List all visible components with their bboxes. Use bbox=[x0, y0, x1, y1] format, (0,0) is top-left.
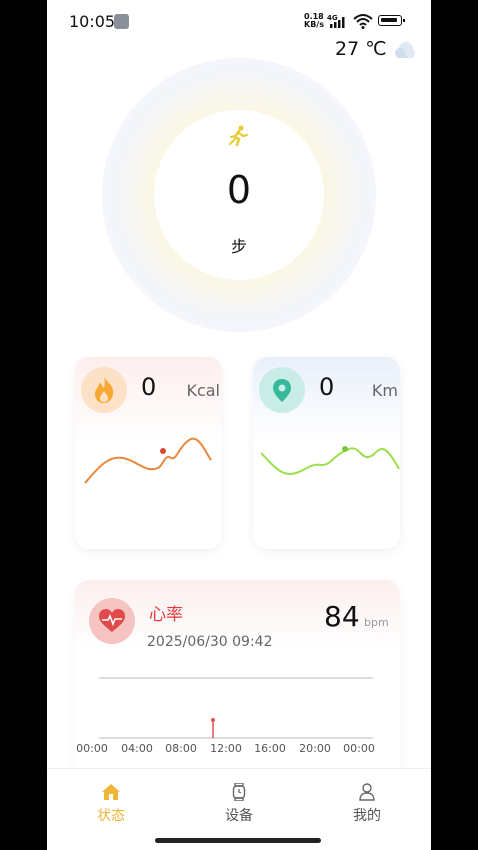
tab-mine[interactable]: 我的 bbox=[327, 783, 407, 825]
heart-rate-datetime: 2025/06/30 09:42 bbox=[147, 634, 273, 650]
weather-temperature: 27 ℃ bbox=[335, 38, 387, 60]
distance-value: 0 bbox=[319, 373, 335, 401]
cloud-icon bbox=[395, 42, 415, 58]
x-tick: 04:00 bbox=[121, 742, 153, 755]
home-indicator[interactable] bbox=[155, 838, 321, 843]
network-speed: 0.18 KB/s bbox=[304, 12, 324, 29]
running-icon bbox=[228, 125, 249, 147]
steps-unit: 步 bbox=[230, 237, 247, 256]
wifi-icon bbox=[353, 14, 373, 29]
steps-value: 0 bbox=[226, 168, 252, 212]
app-screen: 10:05 0.18 KB/s 4G 27 ℃ 0 步 0 Kcal 0 Km … bbox=[47, 0, 431, 850]
calories-unit: Kcal bbox=[186, 381, 220, 400]
battery-icon bbox=[378, 15, 405, 26]
calories-card[interactable]: 0 Kcal bbox=[75, 357, 222, 549]
tab-status-label: 状态 bbox=[97, 808, 125, 824]
calories-value: 0 bbox=[141, 373, 157, 401]
tab-device-label: 设备 bbox=[225, 808, 253, 824]
tab-status[interactable]: 状态 bbox=[71, 783, 151, 825]
heart-icon-bg bbox=[89, 598, 135, 644]
x-tick: 00:00 bbox=[76, 742, 108, 755]
heart-icon bbox=[99, 609, 125, 632]
x-tick: 12:00 bbox=[210, 742, 242, 755]
tab-mine-label: 我的 bbox=[353, 808, 381, 824]
status-time: 10:05 bbox=[69, 12, 116, 31]
heart-rate-value: 84 bbox=[324, 600, 360, 633]
watch-icon bbox=[232, 783, 246, 801]
x-tick: 16:00 bbox=[254, 742, 286, 755]
person-icon bbox=[359, 783, 375, 801]
calories-trend-line bbox=[84, 437, 212, 484]
tab-device[interactable]: 设备 bbox=[199, 783, 279, 825]
x-tick: 20:00 bbox=[299, 742, 331, 755]
network-type: 4G bbox=[327, 14, 338, 22]
x-tick: 00:00 bbox=[343, 742, 375, 755]
wrench-icon bbox=[114, 14, 129, 29]
heart-rate-unit: bpm bbox=[364, 616, 389, 629]
heart-rate-card[interactable]: 心率 2025/06/30 09:42 84 bpm 00:00 04:00 0… bbox=[75, 580, 400, 780]
distance-card[interactable]: 0 Km bbox=[253, 357, 400, 549]
distance-unit: Km bbox=[371, 381, 398, 400]
signal-icon: 4G bbox=[327, 14, 345, 28]
calories-icon-bg bbox=[81, 367, 127, 413]
heart-rate-x-axis: 00:00 04:00 08:00 12:00 16:00 20:00 00:0… bbox=[76, 742, 399, 756]
heart-rate-point bbox=[211, 718, 215, 722]
distance-icon-bg bbox=[259, 367, 305, 413]
x-tick: 08:00 bbox=[165, 742, 197, 755]
heart-rate-title: 心率 bbox=[149, 605, 183, 625]
flame-icon bbox=[95, 377, 114, 403]
home-icon bbox=[102, 784, 120, 800]
distance-trend-line bbox=[261, 446, 400, 475]
heart-rate-chart bbox=[99, 677, 373, 739]
location-pin-icon bbox=[273, 379, 291, 402]
